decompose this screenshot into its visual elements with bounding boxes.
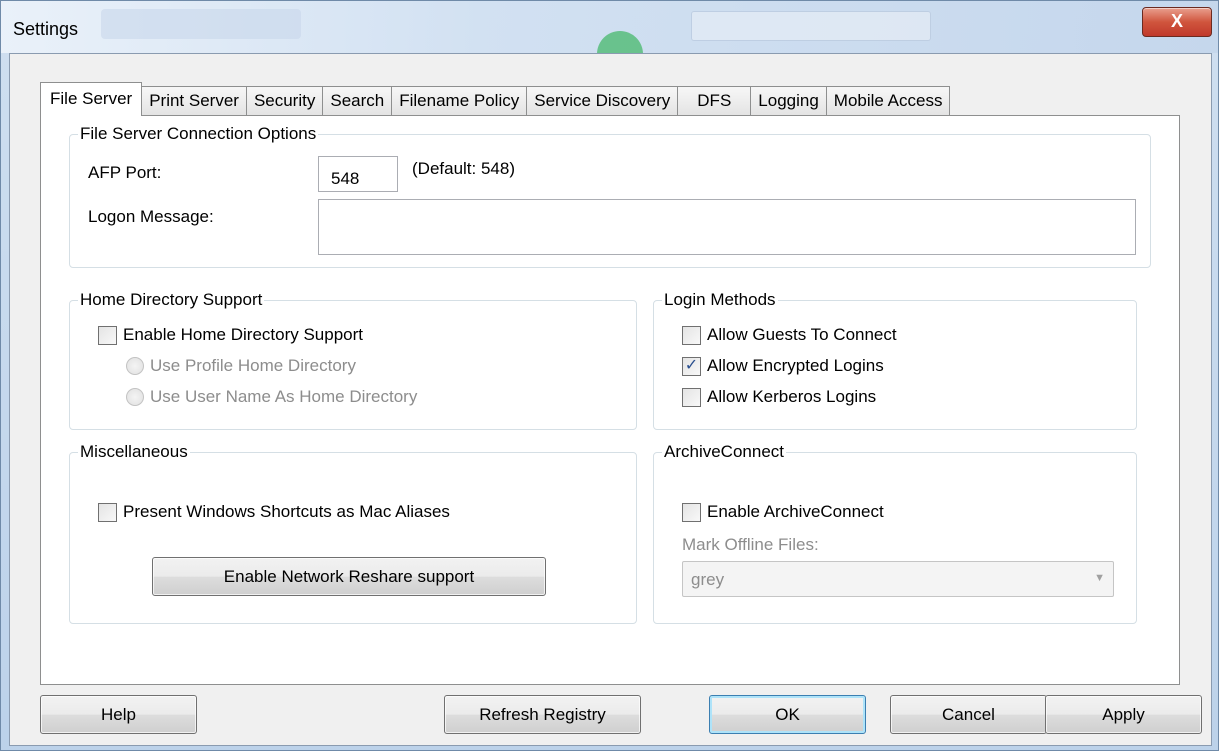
window-title: Settings [13,19,79,39]
settings-window: Settings X File Server Print Server Secu… [0,0,1219,751]
background-window-ghost [101,9,301,39]
enable-home-directory-label: Enable Home Directory Support [123,325,364,344]
file-server-tab-panel: File Server Connection Options AFP Port:… [40,115,1180,685]
present-shortcuts-row[interactable]: Present Windows Shortcuts as Mac Aliases [98,502,450,522]
enable-archiveconnect-label: Enable ArchiveConnect [707,502,884,521]
close-button[interactable]: X [1142,7,1212,37]
allow-kerberos-checkbox[interactable] [682,387,701,407]
cancel-button[interactable]: Cancel [890,695,1047,734]
logon-message-input[interactable] [318,199,1136,255]
tab-service-discovery[interactable]: Service Discovery [526,86,679,116]
mark-offline-files-label: Mark Offline Files: [682,535,819,554]
afp-port-value: 548 [331,169,360,188]
allow-encrypted-row[interactable]: ✓ Allow Encrypted Logins [682,356,884,376]
home-directory-legend: Home Directory Support [78,290,265,310]
enable-archiveconnect-row[interactable]: Enable ArchiveConnect [682,502,884,522]
login-methods-group: Login Methods Allow Guests To Connect ✓ … [653,290,1137,430]
tab-filename-policy[interactable]: Filename Policy [391,86,528,116]
enable-archiveconnect-checkbox[interactable] [682,502,701,522]
connection-options-legend: File Server Connection Options [78,124,319,144]
use-profile-home-label: Use Profile Home Directory [150,356,356,375]
tab-mobile-access[interactable]: Mobile Access [825,86,951,116]
allow-kerberos-row[interactable]: Allow Kerberos Logins [682,387,876,407]
allow-guests-checkbox[interactable] [682,325,701,345]
chevron-down-icon: ▼ [1094,572,1105,584]
enable-home-directory-row[interactable]: Enable Home Directory Support [98,325,363,345]
close-icon: X [1170,11,1183,31]
allow-guests-label: Allow Guests To Connect [707,325,897,344]
login-methods-legend: Login Methods [662,290,778,310]
tab-print-server[interactable]: Print Server [141,86,247,116]
tab-dfs[interactable]: DFS [677,86,752,116]
refresh-registry-button[interactable]: Refresh Registry [444,695,641,734]
dialog-client-area: File Server Print Server Security Search… [9,53,1212,746]
tab-search[interactable]: Search [322,86,393,116]
tab-logging[interactable]: Logging [750,86,827,116]
tab-security[interactable]: Security [245,86,324,116]
allow-encrypted-label: Allow Encrypted Logins [707,356,884,375]
present-shortcuts-label: Present Windows Shortcuts as Mac Aliases [123,502,450,521]
logon-message-label: Logon Message: [88,207,214,226]
mark-offline-files-value: grey [691,570,725,589]
allow-encrypted-checkbox[interactable]: ✓ [682,356,701,376]
archiveconnect-legend: ArchiveConnect [662,442,787,462]
use-username-home-radio[interactable] [126,388,144,406]
help-button[interactable]: Help [40,695,197,734]
miscellaneous-group: Miscellaneous Present Windows Shortcuts … [69,442,637,624]
archiveconnect-group: ArchiveConnect Enable ArchiveConnect Mar… [653,442,1137,624]
mark-offline-files-select[interactable]: grey ▼ [682,561,1114,597]
use-profile-home-row[interactable]: Use Profile Home Directory [126,356,356,376]
miscellaneous-legend: Miscellaneous [78,442,190,462]
use-username-home-row[interactable]: Use User Name As Home Directory [126,387,417,407]
use-username-home-label: Use User Name As Home Directory [150,387,418,406]
afp-port-default-hint: (Default: 548) [412,159,515,178]
present-shortcuts-checkbox[interactable] [98,502,117,522]
connection-options-group: File Server Connection Options AFP Port:… [69,124,1151,268]
allow-kerberos-label: Allow Kerberos Logins [707,387,877,406]
ok-button[interactable]: OK [709,695,866,734]
tab-file-server[interactable]: File Server [40,82,143,116]
enable-home-directory-checkbox[interactable] [98,325,117,345]
background-window-ghost-2 [691,11,931,41]
title-bar[interactable]: Settings X [1,1,1218,54]
afp-port-label: AFP Port: [88,163,162,182]
apply-button[interactable]: Apply [1045,695,1202,734]
afp-port-input[interactable]: 548 [318,156,398,192]
home-directory-group: Home Directory Support Enable Home Direc… [69,290,637,430]
enable-network-reshare-button[interactable]: Enable Network Reshare support [152,557,546,596]
tab-strip: File Server Print Server Security Search… [40,82,951,116]
use-profile-home-radio[interactable] [126,357,144,375]
allow-guests-row[interactable]: Allow Guests To Connect [682,325,897,345]
